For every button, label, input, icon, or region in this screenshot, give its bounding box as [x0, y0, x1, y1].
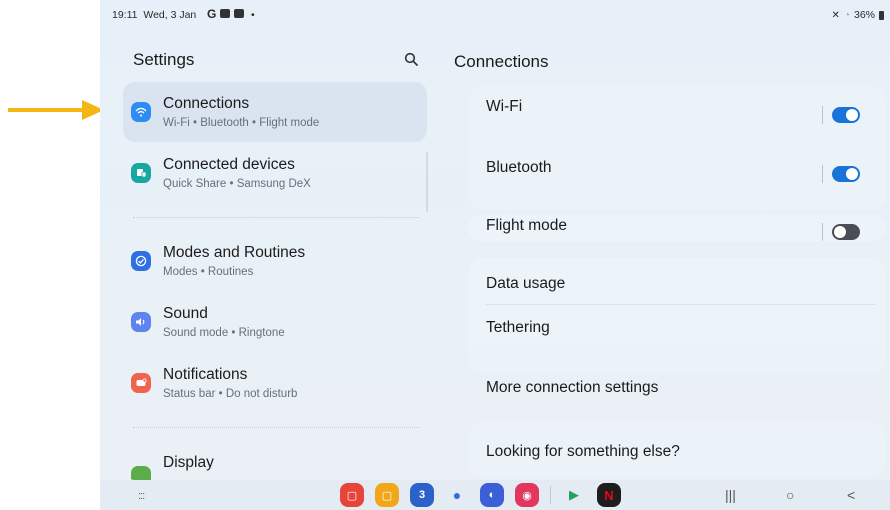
settings-item-display[interactable]: Display — [123, 442, 427, 480]
settings-item-sound[interactable]: Sound Sound mode • Ringtone — [123, 292, 427, 352]
row-label: Data usage — [486, 275, 566, 292]
battery-level: 36% — [853, 9, 875, 21]
toggle-separator — [822, 165, 823, 183]
row-label: Wi-Fi — [486, 98, 523, 115]
data-usage-row[interactable]: Data usage — [486, 275, 876, 315]
status-right: ✕ ◔ 36% — [832, 9, 884, 21]
section-divider — [133, 217, 419, 218]
toggle-separator — [822, 223, 823, 241]
camera-icon[interactable]: ◉ — [515, 483, 539, 507]
bell-icon — [131, 373, 151, 393]
status-time: 19:11 Wed, 3 Jan — [112, 9, 197, 21]
settings-title: Settings — [133, 50, 195, 69]
connections-title: Connections — [454, 52, 549, 71]
row-label: Bluetooth — [486, 159, 552, 176]
toggle-separator — [822, 106, 823, 124]
netflix-icon[interactable]: N — [597, 483, 621, 507]
signal-icon: ◔ — [843, 9, 850, 21]
toggle-knob — [834, 226, 846, 238]
app-dock: ▢ ▢ 3 ● ◐ ◉ ▶ N — [340, 483, 621, 507]
item-subtitle: Sound mode • Ringtone — [163, 327, 285, 339]
check-circle-icon — [131, 251, 151, 271]
flight-mode-row[interactable]: Flight mode — [486, 217, 876, 257]
toggle-knob — [846, 168, 858, 180]
recents-button[interactable]: ||| — [725, 487, 736, 503]
settings-list-panel: Settings Connections Wi-Fi • Bluetooth •… — [100, 28, 434, 480]
my-files-icon[interactable]: ▢ — [375, 483, 399, 507]
more-connection-settings-row[interactable]: More connection settings — [486, 379, 876, 419]
item-title: Connected devices — [163, 156, 295, 173]
youtube-notification-icon — [234, 9, 244, 18]
looking-for-something-else-row[interactable]: Looking for something else? — [486, 443, 876, 483]
row-divider — [486, 304, 876, 305]
settings-scrollbar[interactable] — [426, 152, 428, 212]
apps-grid-icon[interactable]: ::: — [138, 490, 145, 502]
item-title: Connections — [163, 95, 250, 112]
row-label: Tethering — [486, 319, 550, 336]
connections-panel: Connections Wi-Fi Bluetooth Flight mode … — [440, 28, 890, 480]
section-divider — [133, 427, 419, 428]
item-subtitle: Quick Share • Samsung DeX — [163, 178, 311, 190]
more-notifications-dot: • — [251, 9, 255, 21]
search-icon[interactable] — [404, 52, 418, 66]
settings-item-modes-and-routines[interactable]: Modes and Routines Modes • Routines — [123, 231, 427, 291]
item-title: Sound — [163, 305, 208, 322]
play-store-icon[interactable]: ▶ — [562, 483, 586, 507]
settings-item-connections[interactable]: Connections Wi-Fi • Bluetooth • Flight m… — [123, 82, 427, 142]
messages-icon[interactable]: ● — [445, 483, 469, 507]
bluetooth-row[interactable]: Bluetooth — [486, 159, 876, 199]
item-subtitle: Wi-Fi • Bluetooth • Flight mode — [163, 117, 320, 129]
samsung-notes-icon[interactable]: ▢ — [340, 483, 364, 507]
google-icon: G — [207, 7, 217, 21]
back-button[interactable]: < — [847, 487, 855, 503]
mute-icon: ✕ — [831, 9, 840, 21]
row-label: Looking for something else? — [486, 443, 680, 460]
internet-icon[interactable]: ◐ — [480, 483, 504, 507]
tablet-screen: 19:11 Wed, 3 Jan G • ✕ ◔ 36% Settings Co… — [100, 0, 890, 510]
status-bar: 19:11 Wed, 3 Jan G • ✕ ◔ 36% — [100, 0, 890, 28]
home-button[interactable]: ○ — [786, 487, 794, 503]
wifi-icon — [131, 102, 151, 122]
display-icon — [131, 466, 151, 480]
gallery-notification-icon — [220, 9, 230, 18]
item-subtitle: Modes • Routines — [163, 266, 254, 278]
item-title: Modes and Routines — [163, 244, 306, 261]
navigation-bar: ::: ▢ ▢ 3 ● ◐ ◉ ▶ N ||| ○ < — [100, 480, 890, 510]
item-title: Notifications — [163, 366, 248, 383]
wifi-toggle[interactable] — [832, 107, 860, 123]
item-title: Display — [163, 454, 214, 471]
tethering-row[interactable]: Tethering — [486, 319, 876, 359]
wifi-row[interactable]: Wi-Fi — [486, 98, 876, 138]
annotation-arrow-icon — [8, 100, 104, 120]
toggle-knob — [846, 109, 858, 121]
settings-item-connected-devices[interactable]: Connected devices Quick Share • Samsung … — [123, 143, 427, 203]
item-subtitle: Status bar • Do not disturb — [163, 388, 298, 400]
row-label: Flight mode — [486, 217, 567, 234]
speaker-icon — [131, 312, 151, 332]
settings-item-notifications[interactable]: Notifications Status bar • Do not distur… — [123, 353, 427, 413]
dock-separator — [550, 486, 551, 504]
flight-mode-toggle[interactable] — [832, 224, 860, 240]
battery-icon — [879, 10, 884, 20]
bluetooth-toggle[interactable] — [832, 166, 860, 182]
row-label: More connection settings — [486, 379, 659, 396]
calendar-icon[interactable]: 3 — [410, 483, 434, 507]
devices-icon — [131, 163, 151, 183]
